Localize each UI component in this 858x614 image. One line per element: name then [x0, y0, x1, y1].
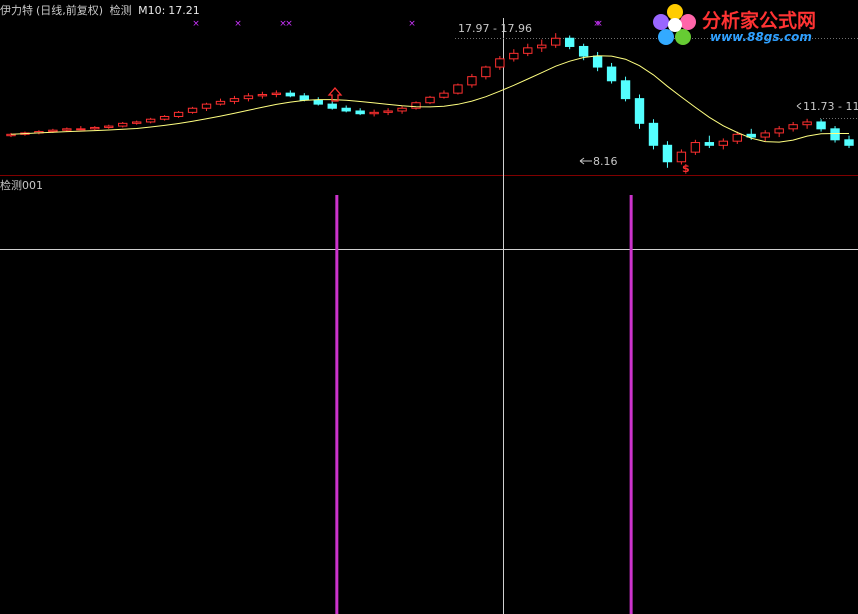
stock-chart-window: × × × × × × × 伊力特 (日线,前复权) 检测 M10: 17.21 17.97 -… [0, 0, 858, 614]
candle-body [844, 139, 854, 146]
candle-body [145, 118, 156, 123]
candle-body [397, 107, 407, 112]
candle-body [620, 80, 631, 100]
candle-body [131, 121, 142, 124]
candle-body [537, 44, 547, 49]
candle-body [495, 58, 505, 68]
candle-body [816, 121, 826, 130]
candle-body [578, 45, 589, 57]
candle-body [704, 142, 715, 146]
right-arrow-icon [796, 102, 802, 110]
candle-body [453, 84, 463, 94]
candle-body [327, 103, 337, 109]
candle-body [732, 133, 742, 142]
indicator-name: 检测 [109, 4, 132, 17]
low-price-label: 8.16 [593, 155, 618, 168]
candle-body [788, 124, 798, 130]
candle-body [369, 111, 379, 115]
candle-body [62, 128, 72, 131]
candle-body [48, 129, 58, 133]
candle-body [802, 121, 812, 126]
candle-body [634, 98, 645, 124]
candle-body [676, 151, 687, 163]
candle-body [173, 111, 184, 117]
candle-body [439, 92, 449, 98]
candle-body [285, 92, 296, 97]
candle-body [76, 128, 86, 131]
candle-body [425, 96, 435, 104]
site-logo[interactable]: 分析家公式网 www.88gs.com [652, 2, 852, 46]
candle-body [341, 107, 351, 112]
cross-marker-icon: × [408, 19, 416, 29]
candle-body [159, 115, 170, 120]
ma-value: 17.21 [168, 4, 200, 17]
candle-body [313, 99, 323, 105]
candle-body [90, 126, 100, 130]
candle-body [774, 128, 784, 134]
logo-url: www.88gs.com [710, 30, 812, 44]
candle-body [271, 92, 282, 96]
right-price-label: 11.73 - 11 [803, 100, 858, 113]
cross-marker-icon: × [192, 19, 200, 29]
candle-body [243, 95, 254, 100]
candle-body [229, 98, 240, 102]
signal-bars [335, 195, 633, 614]
candlestick-series [6, 33, 854, 168]
chart-title-bar: 伊力特 (日线,前复权) 检测 M10: 17.21 [0, 2, 203, 18]
ma-label: M10: [138, 4, 166, 17]
candle-body [718, 140, 729, 146]
candle-body [509, 52, 519, 60]
signal-marker: $ [682, 162, 690, 175]
candle-body [592, 55, 603, 68]
candle-body [411, 102, 421, 109]
cross-marker-icon: × [285, 19, 293, 29]
logo-name: 分析家公式网 [702, 10, 817, 32]
stock-name: 伊力特 [0, 4, 33, 17]
candle-body [104, 125, 114, 128]
candle-body [467, 76, 477, 86]
sub-panel-label: 检测001 [0, 179, 43, 192]
candle-body [690, 142, 701, 153]
cross-markers: × × ×× × ×× [192, 19, 603, 29]
candle-body [118, 122, 128, 127]
candle-body [215, 100, 226, 105]
candle-body [830, 128, 840, 141]
candle-body [355, 110, 365, 115]
buy-arrow-icon [327, 87, 343, 102]
candle-body [564, 37, 575, 47]
candle-body [606, 66, 617, 82]
candle-body [523, 47, 533, 54]
high-price-label: 17.97 - 17.96 [458, 22, 532, 35]
candle-body [648, 122, 659, 146]
candle-body [383, 110, 393, 113]
candle-body [481, 66, 491, 78]
cross-marker-icon: × [234, 19, 242, 29]
candle-body [187, 107, 198, 113]
chart-canvas[interactable]: × × ×× × ×× [0, 0, 858, 614]
candle-body [551, 37, 561, 46]
cross-marker-icon: × [595, 19, 603, 29]
candle-body [201, 103, 212, 109]
period-label: (日线,前复权) [36, 4, 104, 17]
candle-body [257, 94, 268, 97]
flower-logo-icon [653, 4, 696, 45]
candle-body [662, 144, 673, 163]
candle-body [760, 132, 770, 138]
candle-body [299, 95, 309, 101]
